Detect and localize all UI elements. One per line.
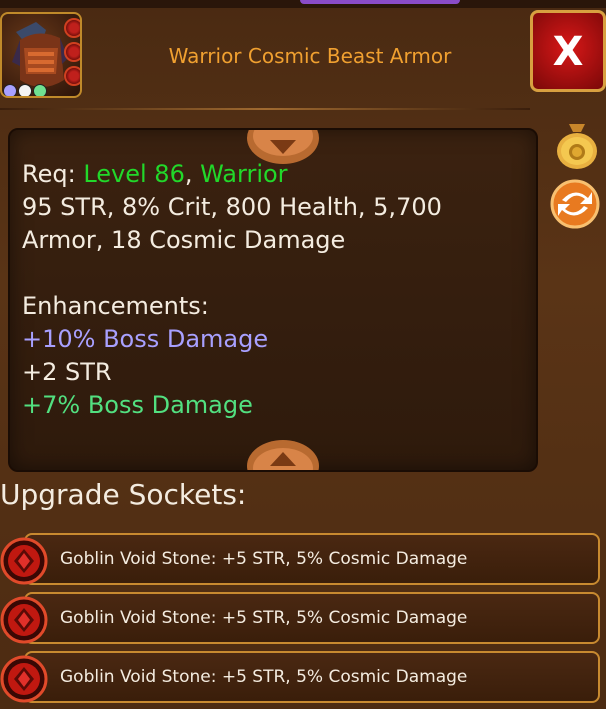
socket-2-label: Goblin Void Stone: +5 STR, 5% Cosmic Dam… <box>60 608 468 628</box>
req-level: Level 86 <box>83 160 185 188</box>
enhancements-title: Enhancements: <box>22 292 209 320</box>
red-gem-icon <box>0 596 48 644</box>
socket-slot-3[interactable]: Goblin Void Stone: +5 STR, 5% Cosmic Dam… <box>24 651 600 703</box>
enhancement-dot-green <box>33 84 47 96</box>
socket-3-label: Goblin Void Stone: +5 STR, 5% Cosmic Dam… <box>60 667 468 687</box>
requirement-line: Req: Level 86, Warrior <box>22 158 522 191</box>
socket-indicator-icon <box>64 42 80 62</box>
enhancement-dot-purple <box>3 84 17 96</box>
enhancement-dot-white <box>18 84 32 96</box>
socket-slot-2[interactable]: Goblin Void Stone: +5 STR, 5% Cosmic Dam… <box>24 592 600 644</box>
swap-arrows-icon[interactable] <box>550 178 600 230</box>
stats-text: Req: Level 86, Warrior 95 STR, 8% Crit, … <box>22 158 522 422</box>
socket-1-label: Goblin Void Stone: +5 STR, 5% Cosmic Dam… <box>60 549 468 569</box>
header-divider <box>0 108 530 110</box>
red-gem-icon <box>0 537 48 585</box>
upgrade-sockets-title: Upgrade Sockets: <box>0 478 247 511</box>
close-button[interactable]: X <box>530 10 606 92</box>
enhancement-2: +2 STR <box>22 358 112 386</box>
req-class: Warrior <box>200 160 288 188</box>
stats-line-1: 95 STR, 8% Crit, 800 Health, 5,700 <box>22 193 442 221</box>
socket-indicator-icon <box>64 66 80 86</box>
enhancement-3: +7% Boss Damage <box>22 391 253 419</box>
enhancement-1: +10% Boss Damage <box>22 325 269 353</box>
req-label: Req: <box>22 160 84 188</box>
socket-indicator-icon <box>64 18 80 38</box>
top-bar-highlight <box>300 0 460 4</box>
gold-bag-icon[interactable] <box>554 118 600 170</box>
item-name: Warrior Cosmic Beast Armor <box>168 44 452 68</box>
stats-line-2: Armor, 18 Cosmic Damage <box>22 226 346 254</box>
req-separator: , <box>184 160 201 188</box>
red-gem-icon <box>0 655 48 703</box>
item-stats-panel[interactable]: Req: Level 86, Warrior 95 STR, 8% Crit, … <box>8 128 538 472</box>
top-bar <box>0 0 606 8</box>
scroll-down-icon[interactable] <box>246 438 320 472</box>
socket-slot-1[interactable]: Goblin Void Stone: +5 STR, 5% Cosmic Dam… <box>24 533 600 585</box>
item-armor-icon <box>0 12 82 98</box>
